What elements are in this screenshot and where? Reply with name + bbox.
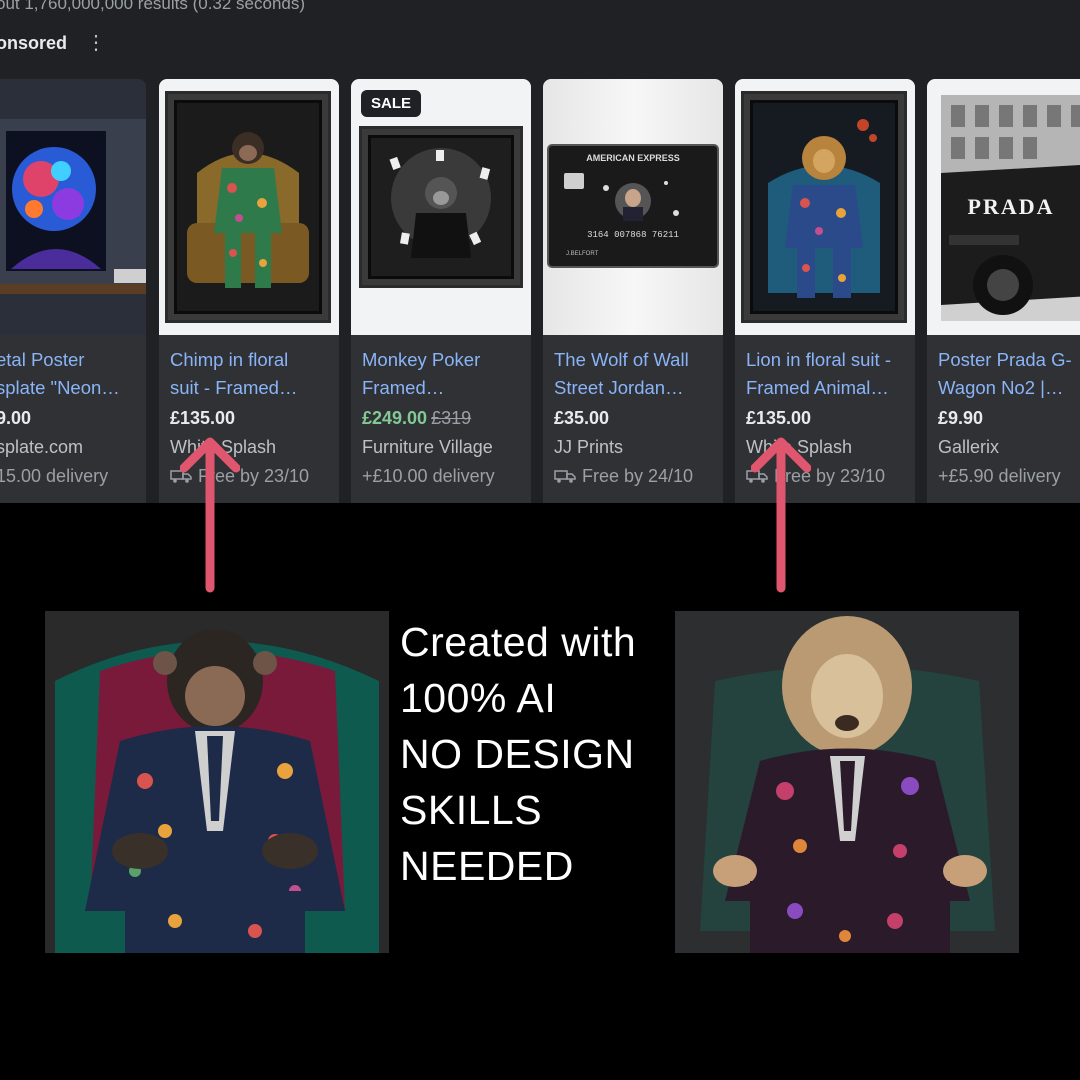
product-price: 9.00: [0, 408, 32, 428]
prada-wagon-art: PRADA: [941, 95, 1080, 321]
arrow-up-icon: [180, 437, 240, 593]
product-image[interactable]: [735, 79, 915, 335]
svg-text:AMERICAN EXPRESS: AMERICAN EXPRESS: [586, 153, 680, 163]
sale-price: £249.00: [362, 408, 428, 428]
monkey-poker-art: [371, 138, 511, 276]
product-image[interactable]: AMERICAN EXPRESS 3164 007868 76211 J.BEL…: [543, 79, 723, 335]
arrow-up-icon: [751, 437, 811, 593]
product-title[interactable]: Poster Prada G- Wagon No2 |…: [938, 346, 1080, 402]
shopping-results-panel: out 1,760,000,000 results (0.32 seconds)…: [0, 0, 1080, 503]
amex-card-art: AMERICAN EXPRESS 3164 007868 76211 J.BEL…: [547, 144, 719, 268]
delivery-info: 15.00 delivery: [0, 466, 109, 486]
product-price: £249.00 £319: [362, 403, 531, 433]
chimp-framed-art: [177, 103, 319, 311]
product-price: £135.00: [746, 408, 812, 428]
svg-text:J.BELFORT: J.BELFORT: [566, 251, 599, 257]
astronaut-poster-art: [0, 79, 146, 335]
lion-framed-art: [753, 103, 895, 311]
delivery-info: Free by 24/10: [554, 461, 723, 491]
product-title[interactable]: etal Poster splate "Neon…: [0, 346, 146, 402]
product-title[interactable]: Chimp in floral suit - Framed…: [170, 346, 339, 402]
kebab-menu-icon[interactable]: ⋮: [86, 31, 106, 55]
product-title[interactable]: The Wolf of Wall Street Jordan…: [554, 346, 723, 402]
product-title[interactable]: Lion in floral suit - Framed Animal…: [746, 346, 915, 402]
lion-ai-image: [675, 611, 1019, 953]
product-image[interactable]: PRADA: [927, 79, 1080, 335]
merchant-name: splate.com: [0, 437, 84, 457]
product-image[interactable]: [0, 79, 146, 335]
results-count: out 1,760,000,000 results (0.32 seconds): [0, 0, 306, 13]
product-price: £35.00: [554, 408, 610, 428]
product-card[interactable]: etal Poster splate "Neon… 9.00 splate.co…: [0, 79, 146, 503]
chimp-ai-image: [45, 611, 389, 953]
product-image[interactable]: [159, 79, 339, 335]
product-card[interactable]: AMERICAN EXPRESS 3164 007868 76211 J.BEL…: [543, 79, 723, 503]
product-card[interactable]: PRADA Poster Prada G- Wagon No2 |… £9.90…: [927, 79, 1080, 503]
merchant-name: JJ Prints: [554, 437, 624, 457]
sale-badge: SALE: [361, 90, 422, 117]
svg-text:3164 007868 76211: 3164 007868 76211: [587, 230, 679, 240]
caption-text: Created with 100% AI NO DESIGN SKILLS NE…: [400, 619, 637, 889]
merchant-name: Furniture Village: [362, 437, 493, 457]
product-title[interactable]: Monkey Poker Framed…: [362, 346, 531, 402]
product-price: £135.00: [170, 408, 236, 428]
original-price: £319: [431, 408, 472, 428]
sponsored-label: onsored: [0, 33, 68, 53]
delivery-info: +£5.90 delivery: [938, 466, 1061, 486]
product-image[interactable]: SALE: [351, 79, 531, 335]
product-card[interactable]: SALE Monkey Poker Framed… £249.00 £319 Fu…: [351, 79, 531, 503]
svg-text:PRADA: PRADA: [968, 194, 1055, 219]
delivery-info: +£10.00 delivery: [362, 466, 495, 486]
truck-icon: [554, 470, 576, 483]
product-price: £9.90: [938, 408, 984, 428]
merchant-name: Gallerix: [938, 437, 1000, 457]
